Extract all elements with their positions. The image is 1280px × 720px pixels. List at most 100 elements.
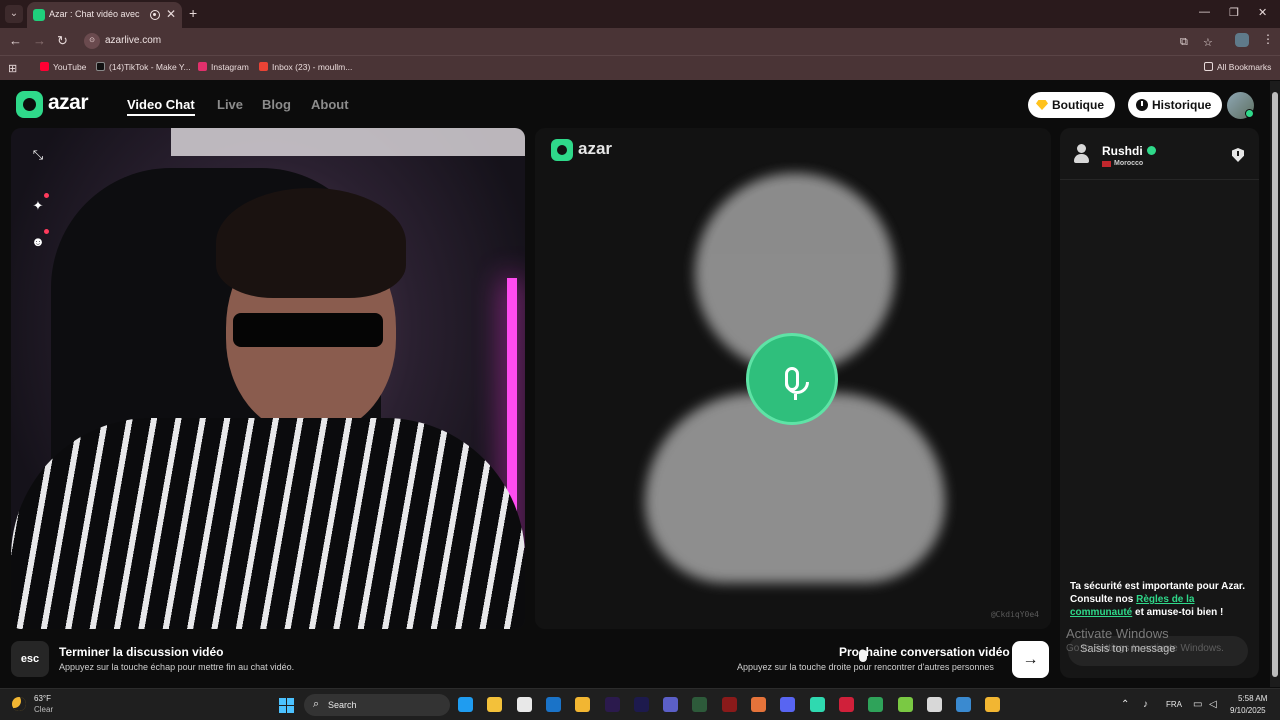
browser-menu-icon[interactable]: ⋮ [1262, 32, 1274, 46]
weather-condition[interactable]: Clear [34, 705, 53, 714]
azar-logo-icon[interactable] [16, 91, 43, 118]
forward-icon[interactable]: → [33, 33, 46, 48]
tray-overflow-icon[interactable]: ⌃ [1121, 699, 1129, 710]
app-blue-taskbar-icon[interactable] [956, 697, 971, 712]
windows-start-icon[interactable] [279, 698, 294, 713]
historique-button[interactable]: Historique [1128, 92, 1223, 118]
weather-temperature[interactable]: 63°F [34, 694, 51, 703]
outlook-taskbar-icon[interactable] [546, 697, 561, 712]
person-hair [216, 188, 406, 298]
browser-toolbar: ← → ↻ ⊙ azarlive.com ⧉ ☆ ⋮ [0, 28, 1280, 55]
moon-weather-icon[interactable] [12, 697, 26, 711]
online-status-dot [1245, 109, 1254, 118]
input-language[interactable]: FRA [1166, 700, 1182, 709]
after-effects-taskbar-icon[interactable] [634, 697, 649, 712]
nav-video-chat[interactable]: Video Chat [127, 97, 195, 112]
url-text[interactable]: azarlive.com [105, 35, 161, 46]
install-app-icon[interactable]: ⧉ [1180, 36, 1188, 49]
chrome-taskbar-icon[interactable] [575, 697, 590, 712]
session-id: @CkdiqY0e4 [990, 610, 1039, 619]
tab-close-button[interactable]: ✕ [166, 7, 176, 21]
partner-name[interactable]: Rushdi [1102, 144, 1143, 158]
discord-taskbar-icon[interactable] [780, 697, 795, 712]
bookmark-youtube[interactable]: YouTube [40, 62, 86, 72]
mouse-cursor-icon [859, 650, 867, 662]
apps-grid-icon[interactable]: ⊞ [8, 62, 17, 75]
end-chat-title[interactable]: Terminer la discussion vidéo [59, 645, 224, 659]
microphone-tray-icon[interactable]: ♪ [1143, 699, 1148, 710]
boutique-button[interactable]: Boutique [1028, 92, 1115, 118]
microphone-arc [785, 382, 809, 394]
app-teal-taskbar-icon[interactable] [810, 697, 825, 712]
gmail-icon [259, 62, 268, 71]
scrollbar-thumb[interactable] [1272, 92, 1278, 677]
gem-icon [1036, 100, 1048, 110]
nav-live[interactable]: Live [217, 97, 243, 112]
clock-icon [1136, 99, 1148, 111]
app-red-taskbar-icon[interactable] [722, 697, 737, 712]
teams-taskbar-icon[interactable] [663, 697, 678, 712]
maximize-icon[interactable]: ❐ [1229, 6, 1239, 19]
premiere-taskbar-icon[interactable] [605, 697, 620, 712]
volume-icon[interactable]: ◁ [1209, 699, 1217, 710]
chrome-2-taskbar-icon[interactable] [868, 697, 883, 712]
sunglasses [233, 313, 383, 347]
browser-tab[interactable]: Azar : Chat vidéo avec de n ✕ [27, 2, 182, 28]
app-grey-taskbar-icon[interactable] [927, 697, 942, 712]
minimize-icon[interactable]: — [1199, 6, 1210, 18]
app-green-taskbar-icon[interactable] [692, 697, 707, 712]
app-lime-taskbar-icon[interactable] [898, 697, 913, 712]
search-label: Search [328, 700, 357, 710]
azar-favicon-icon [33, 9, 45, 21]
bookmark-instagram[interactable]: Instagram [198, 62, 249, 72]
next-chat-hint: Appuyez sur la touche droite pour rencon… [737, 662, 994, 672]
tab-search-button[interactable]: ⌄ [5, 5, 23, 23]
file-explorer-taskbar-icon[interactable] [487, 697, 502, 712]
active-nav-indicator [127, 114, 195, 116]
network-icon[interactable]: ▭ [1193, 699, 1202, 710]
shield-exclamation [1237, 151, 1239, 156]
minimize-video-icon[interactable]: ⤡ [27, 144, 49, 166]
microphone-button[interactable] [746, 333, 838, 425]
stage-logo-text: azar [578, 139, 613, 158]
edge-taskbar-icon[interactable] [458, 697, 473, 712]
partner-country: Morocco [1114, 160, 1144, 167]
verified-badge-icon [1147, 146, 1156, 155]
extension-profile-icon[interactable] [1235, 33, 1249, 47]
chrome-active-taskbar-icon[interactable] [985, 697, 1000, 712]
chat-panel: Rushdi Morocco Ta sécurité est important… [1060, 128, 1259, 678]
clock-time[interactable]: 5:58 AM [1238, 694, 1267, 703]
close-window-icon[interactable]: ✕ [1258, 6, 1267, 19]
striped-shirt [11, 418, 525, 629]
morocco-flag-icon [1102, 161, 1111, 167]
new-tab-button[interactable]: + [189, 5, 197, 21]
recording-indicator-icon [150, 10, 160, 20]
effects-notification-dot [44, 193, 49, 198]
reload-icon[interactable]: ↻ [57, 33, 68, 49]
app-orange-taskbar-icon[interactable] [751, 697, 766, 712]
nav-about[interactable]: About [311, 97, 349, 112]
taskbar-search[interactable]: ⌕ Search [304, 694, 450, 716]
bookmark-gmail[interactable]: Inbox (23) - moullm... [259, 62, 352, 72]
store-taskbar-icon[interactable] [517, 697, 532, 712]
bookmarks-bar: ⊞ YouTube (14)TikTok - Make Y... Instagr… [0, 55, 1280, 80]
instagram-icon [198, 62, 207, 71]
azar-logo-text[interactable]: azar [48, 91, 89, 115]
end-chat-hint: Appuyez sur la touche échap pour mettre … [59, 662, 295, 672]
next-conversation-button[interactable]: → [1012, 641, 1049, 678]
bookmark-star-icon[interactable]: ☆ [1203, 36, 1213, 49]
back-icon[interactable]: ← [9, 33, 22, 48]
clock-date[interactable]: 9/10/2025 [1230, 706, 1266, 715]
activate-windows-title: Activate Windows [1066, 626, 1169, 641]
azar-logo-icon [551, 139, 573, 161]
effects-sparkle-icon[interactable]: ✦ [27, 195, 49, 217]
app-red-2-taskbar-icon[interactable] [839, 697, 854, 712]
chat-header: Rushdi Morocco [1060, 128, 1259, 180]
site-info-icon[interactable]: ⊙ [84, 33, 100, 49]
esc-key-button[interactable]: esc [11, 641, 49, 677]
all-bookmarks[interactable]: All Bookmarks [1204, 62, 1271, 72]
bookmark-tiktok[interactable]: (14)TikTok - Make Y... [96, 62, 191, 72]
youtube-icon [40, 62, 49, 71]
nav-blog[interactable]: Blog [262, 97, 291, 112]
address-bar[interactable]: ⊙ azarlive.com ⧉ ☆ [80, 31, 1230, 52]
